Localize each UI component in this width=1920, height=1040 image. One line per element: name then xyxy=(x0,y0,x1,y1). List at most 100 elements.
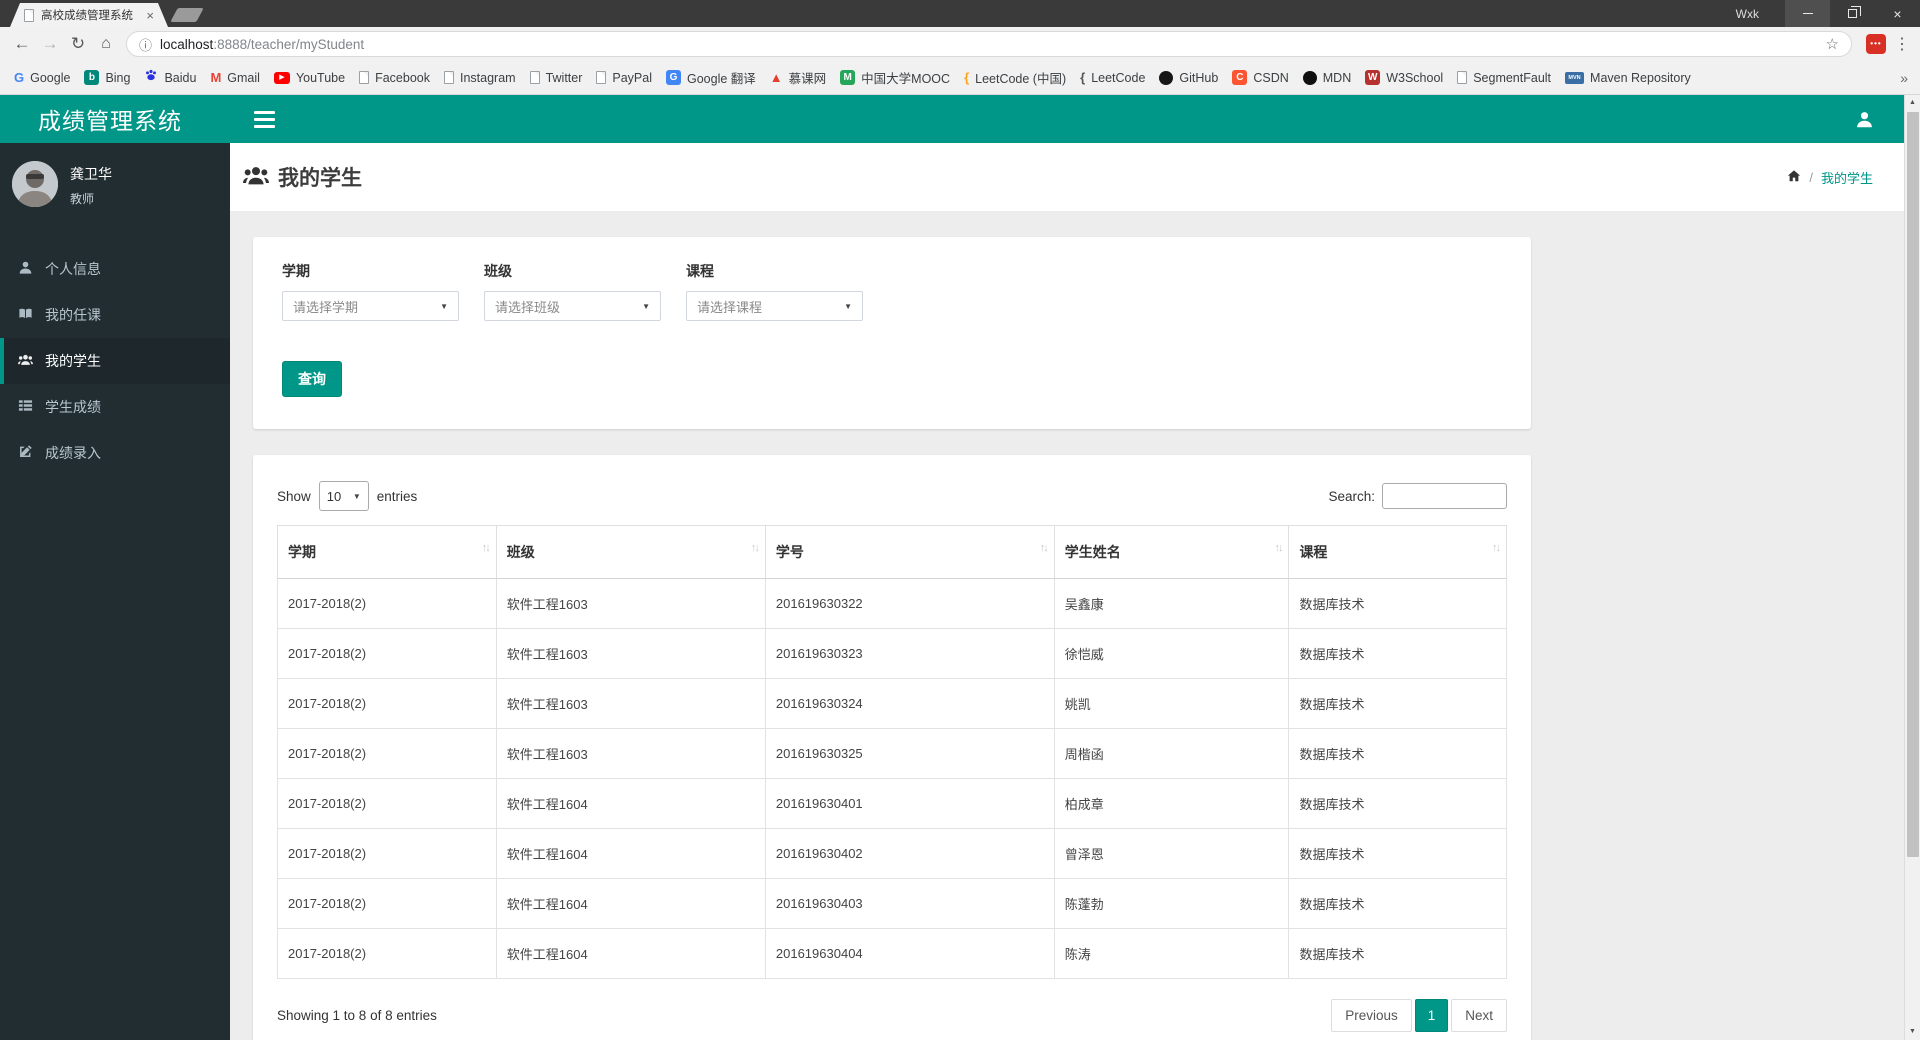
bookmark-item[interactable]: C CSDN xyxy=(1230,68,1290,87)
browser-menu-icon[interactable]: ⋮ xyxy=(1892,34,1912,54)
bookmark-label: Bing xyxy=(105,70,131,85)
sidebar-item-label: 我的任课 xyxy=(45,307,101,323)
sidebar-item[interactable]: 我的任课 xyxy=(0,292,230,338)
bookmark-label: PayPal xyxy=(612,70,652,85)
select-placeholder: 请选择学期 xyxy=(293,299,359,315)
table-cell: 数据库技术 xyxy=(1288,828,1507,879)
sidebar-item[interactable]: 我的学生 xyxy=(0,338,230,384)
semester-select[interactable]: 请选择学期 ▼ xyxy=(282,291,459,321)
bookmark-item[interactable]: M Gmail xyxy=(208,68,262,87)
course-select[interactable]: 请选择课程 ▼ xyxy=(686,291,863,321)
filter-group-course: 课程 请选择课程 ▼ xyxy=(686,261,863,321)
home-button-icon[interactable]: ⌂ xyxy=(92,35,120,53)
back-icon[interactable]: ← xyxy=(8,34,36,54)
table-cell: 2017-2018(2) xyxy=(277,678,497,729)
sidebar-item[interactable]: 成绩录入 xyxy=(0,430,230,476)
app-header: 成绩管理系统 xyxy=(0,95,1920,143)
bookmark-item[interactable]: PayPal xyxy=(594,69,654,87)
table-row: 2017-2018(2) 软件工程1603 201619630325 周楷函 数据库技术 xyxy=(277,728,1507,779)
bookmarks-overflow-icon[interactable]: » xyxy=(1900,70,1908,86)
bookmark-item[interactable]: G Google xyxy=(12,68,72,87)
bookmark-item[interactable]: {LeetCode (中国) xyxy=(962,66,1068,89)
table-cell: 数据库技术 xyxy=(1288,578,1507,629)
site-info-icon[interactable]: ⓘ xyxy=(139,35,152,54)
reload-icon[interactable]: ↻ xyxy=(64,34,92,54)
close-button[interactable]: × xyxy=(1875,0,1920,27)
bookmark-item[interactable]: SegmentFault xyxy=(1455,69,1553,87)
column-header[interactable]: 学生姓名 ↑↓ xyxy=(1053,525,1290,579)
class-select[interactable]: 请选择班级 ▼ xyxy=(484,291,661,321)
sidebar-item-label: 学生成绩 xyxy=(45,399,101,415)
scrollbar-thumb[interactable] xyxy=(1907,112,1919,857)
bookmark-label: YouTube xyxy=(295,70,346,85)
students-table: 学期 ↑↓ 班级 ↑↓ 学号 ↑↓ 学生姓名 ↑↓ 课程 ↑↓ 2017-2018(2) 软件工程1… xyxy=(277,525,1507,979)
bookmark-item[interactable]: {LeetCode xyxy=(1078,68,1147,87)
sidebar-item[interactable]: 学生成绩 xyxy=(0,384,230,430)
page-1-button[interactable]: 1 xyxy=(1414,999,1449,1032)
column-header[interactable]: 班级 ↑↓ xyxy=(495,525,766,579)
column-header[interactable]: 课程 ↑↓ xyxy=(1288,525,1507,579)
page-length-select[interactable]: 10 ▼ xyxy=(318,481,369,511)
minimize-button[interactable] xyxy=(1785,0,1830,27)
table-cell: 曾泽恩 xyxy=(1053,828,1290,879)
bookmark-item[interactable]: MVN Maven Repository xyxy=(1563,69,1693,87)
bookmark-item[interactable]: Instagram xyxy=(442,69,518,87)
table-cell: 陈涛 xyxy=(1053,928,1290,979)
bookmark-label: Maven Repository xyxy=(1590,70,1691,85)
bookmark-item[interactable]: Twitter xyxy=(528,69,585,87)
next-page-button[interactable]: Next xyxy=(1451,999,1507,1032)
scroll-down-icon[interactable]: ▼ xyxy=(1905,1024,1920,1040)
table-row: 2017-2018(2) 软件工程1604 201619630404 陈涛 数据库技术 xyxy=(277,928,1507,979)
table-cell: 201619630323 xyxy=(764,628,1055,679)
restore-button[interactable] xyxy=(1830,0,1875,27)
header-user-icon[interactable] xyxy=(1855,110,1874,129)
sidebar-item[interactable]: 个人信息 xyxy=(0,246,230,292)
bookmark-star-icon[interactable]: ☆ xyxy=(1826,35,1839,53)
bookmark-item[interactable]: GitHub xyxy=(1157,69,1220,87)
filter-group-class: 班级 请选择班级 ▼ xyxy=(484,261,661,321)
bookmark-label: Facebook xyxy=(375,70,430,85)
table-cell: 吴鑫康 xyxy=(1053,578,1290,629)
scroll-up-icon[interactable]: ▲ xyxy=(1905,95,1920,111)
browser-toolbar: ← → ↻ ⌂ ⓘ localhost :8888/teacher/myStud… xyxy=(0,27,1920,61)
bookmark-item[interactable]: M 中国大学MOOC xyxy=(838,66,952,89)
bookmark-item[interactable]: ▲ 慕课网 xyxy=(768,66,828,89)
bookmark-item[interactable]: Baidu xyxy=(142,66,198,89)
home-icon[interactable] xyxy=(1787,169,1801,186)
previous-page-button[interactable]: Previous xyxy=(1331,999,1412,1032)
bookmark-label: 中国大学MOOC xyxy=(861,72,951,86)
table-cell: 2017-2018(2) xyxy=(277,828,497,879)
sidebar: 龚卫华 教师 个人信息 我的任课 我的学生 学生成绩 成绩录入 xyxy=(0,143,230,1040)
tab-close-icon[interactable]: × xyxy=(146,9,154,22)
scrollbar[interactable]: ▲ ▼ xyxy=(1904,95,1920,1040)
bookmark-item[interactable]: W W3School xyxy=(1363,68,1445,87)
bing-icon: b xyxy=(84,70,100,85)
page-icon xyxy=(24,9,34,22)
extension-icon[interactable]: ••• xyxy=(1866,34,1886,54)
leetcode-icon: { xyxy=(1080,70,1086,85)
sidebar-toggle-icon[interactable] xyxy=(246,95,283,143)
bookmark-item[interactable]: ▶ YouTube xyxy=(272,69,347,87)
search-label: Search: xyxy=(1328,488,1375,504)
bookmark-item[interactable]: Facebook xyxy=(357,69,432,87)
table-cell: 201619630322 xyxy=(764,578,1055,629)
bookmark-item[interactable]: G Google 翻译 xyxy=(664,66,758,89)
column-label: 课程 xyxy=(1299,544,1328,560)
column-header[interactable]: 学期 ↑↓ xyxy=(277,525,497,579)
query-button[interactable]: 查询 xyxy=(282,361,342,397)
bookmark-item[interactable]: MDN xyxy=(1301,69,1353,87)
bookmark-item[interactable]: b Bing xyxy=(82,68,132,87)
column-header[interactable]: 学号 ↑↓ xyxy=(764,525,1055,579)
new-tab-button[interactable] xyxy=(170,8,204,22)
browser-tab[interactable]: 高校成绩管理系统 × xyxy=(10,3,168,27)
bookmark-label: GitHub xyxy=(1179,70,1219,85)
page-title-text: 我的学生 xyxy=(278,167,362,190)
search-input[interactable] xyxy=(1382,483,1507,509)
bookmark-label: Google 翻译 xyxy=(687,72,756,86)
table-cell: 陈蓬勃 xyxy=(1053,878,1290,929)
forward-icon[interactable]: → xyxy=(36,34,64,54)
browser-profile-name[interactable]: Wxk xyxy=(1736,7,1759,21)
url-bar[interactable]: ⓘ localhost :8888/teacher/myStudent ☆ xyxy=(126,31,1852,57)
breadcrumb-current[interactable]: 我的学生 xyxy=(1821,168,1873,187)
caret-down-icon: ▼ xyxy=(844,301,852,311)
